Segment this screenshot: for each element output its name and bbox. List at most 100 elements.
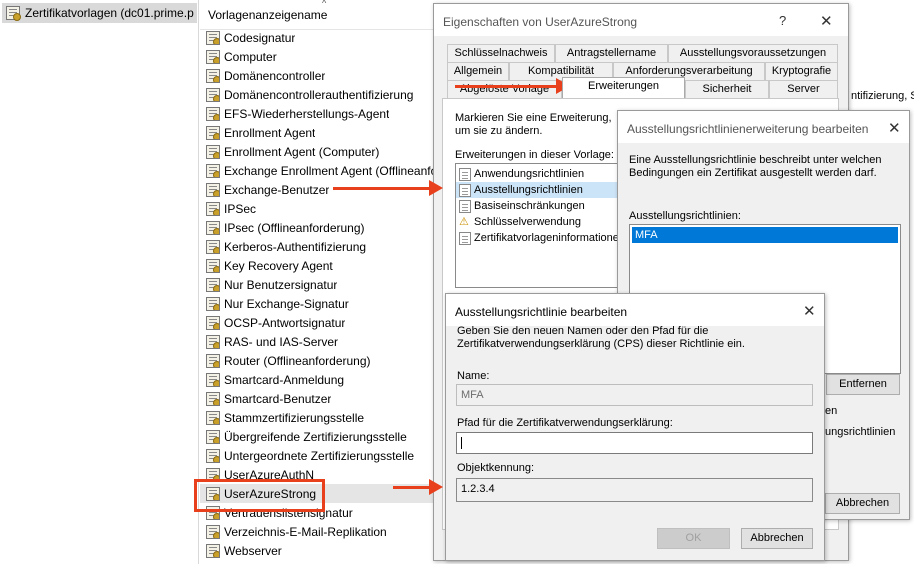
column-header-label: Vorlagenanzeigename <box>208 8 328 22</box>
cps-field[interactable] <box>456 432 813 454</box>
template-name: Nur Exchange-Signatur <box>224 296 349 311</box>
template-name: Stammzertifizierungsstelle <box>224 410 365 425</box>
certificate-template-icon <box>206 239 220 254</box>
console-tree: Zertifikatvorlagen (dc01.prime.p <box>0 0 199 564</box>
text-cursor <box>461 437 462 450</box>
tab-allgemein[interactable]: Allgemein <box>447 62 509 80</box>
cps-label: Pfad für die Zertifikatverwendungserklär… <box>457 417 673 429</box>
certificate-template-icon <box>206 125 220 140</box>
table-row[interactable]: Webserver <box>200 541 440 560</box>
template-name: Smartcard-Anmeldung <box>224 372 345 387</box>
name-field[interactable]: MFA <box>456 384 813 406</box>
certificate-template-icon <box>206 201 220 216</box>
cancel-button[interactable]: Abbrechen <box>825 493 900 514</box>
list-item[interactable]: Anwendungsrichtlinien <box>456 166 634 182</box>
help-icon[interactable]: ? <box>779 13 786 28</box>
tree-item-templates[interactable]: Zertifikatvorlagen (dc01.prime.p <box>2 3 197 23</box>
table-row[interactable]: Key Recovery Agent <box>200 256 440 275</box>
list-item[interactable]: Zertifikatvorlageninformationen <box>456 230 634 246</box>
table-row[interactable]: IPSec <box>200 199 440 218</box>
certificate-template-icon <box>206 410 220 425</box>
annotation-arrow-icon <box>333 180 443 196</box>
table-row[interactable]: Domänencontroller <box>200 66 440 85</box>
oid-label: Objektkennung: <box>457 462 535 474</box>
tab-ausstellungsvoraussetzungen[interactable]: Ausstellungsvoraussetzungen <box>668 44 838 62</box>
certificate-template-icon <box>206 353 220 368</box>
table-row[interactable]: RAS- und IAS-Server <box>200 332 440 351</box>
certificate-template-icon <box>206 277 220 292</box>
template-name: Codesignatur <box>224 30 296 45</box>
template-name: Untergeordnete Zertifizierungsstelle <box>224 448 415 463</box>
table-row[interactable]: Computer <box>200 47 440 66</box>
clipped-label: ungsrichtlinien <box>825 426 896 438</box>
extension-dialog-description: Eine Ausstellungsrichtlinie beschreibt u… <box>629 154 882 179</box>
template-name: Domänencontroller <box>224 68 326 83</box>
extension-icon <box>459 231 471 245</box>
extensions-list[interactable]: Anwendungsrichtlinien Ausstellungsrichtl… <box>455 163 635 288</box>
table-row[interactable]: Kerberos-Authentifizierung <box>200 237 440 256</box>
template-name: Domänencontrollerauthentifizierung <box>224 87 414 102</box>
certificate-template-icon <box>206 144 220 159</box>
background-clipped-text: ntifizierung, S <box>851 90 914 102</box>
tab-antragstellername[interactable]: Antragstellername <box>555 44 668 62</box>
tab-abgeloeste-vorlage[interactable]: Abgelöste Vorlage <box>447 80 562 98</box>
close-icon[interactable]: ✕ <box>820 12 833 30</box>
tab-kryptografie[interactable]: Kryptografie <box>765 62 838 80</box>
tab-schluesselnachweis[interactable]: Schlüsselnachweis <box>447 44 555 62</box>
warning-icon: ⚠ <box>459 216 469 228</box>
ok-button[interactable]: OK <box>657 528 730 549</box>
certificate-template-icon <box>206 87 220 102</box>
table-row[interactable]: Router (Offlineanforderung) <box>200 351 440 370</box>
template-name: Smartcard-Benutzer <box>224 391 332 406</box>
table-row[interactable]: EFS-Wiederherstellungs-Agent <box>200 104 440 123</box>
table-row[interactable]: Verzeichnis-E-Mail-Replikation <box>200 522 440 541</box>
tab-server[interactable]: Server <box>769 80 838 98</box>
table-row[interactable]: Enrollment Agent (Computer) <box>200 142 440 161</box>
table-row[interactable]: Smartcard-Anmeldung <box>200 370 440 389</box>
certificate-template-icon <box>206 258 220 273</box>
edit-dialog-titlebar: Ausstellungsrichtlinie bearbeiten <box>446 294 824 326</box>
table-row[interactable]: Domänencontrollerauthentifizierung <box>200 85 440 104</box>
template-name: OCSP-Antwortsignatur <box>224 315 346 330</box>
certificate-template-icon <box>206 220 220 235</box>
certificate-template-icon <box>206 182 220 197</box>
remove-button[interactable]: Entfernen <box>826 374 900 395</box>
extension-icon <box>459 183 471 197</box>
table-row[interactable]: Enrollment Agent <box>200 123 440 142</box>
edit-dialog-title: Ausstellungsrichtlinie bearbeiten <box>455 305 628 319</box>
table-row[interactable]: OCSP-Antwortsignatur <box>200 313 440 332</box>
table-row[interactable]: Codesignatur <box>200 28 440 47</box>
certificate-template-icon <box>206 448 220 463</box>
policies-label: Ausstellungsrichtlinien: <box>629 210 741 222</box>
annotation-highlight-box <box>194 479 325 512</box>
certificate-template-icon <box>206 68 220 83</box>
template-name: Verzeichnis-E-Mail-Replikation <box>224 524 387 539</box>
close-icon[interactable]: ✕ <box>888 119 901 137</box>
cancel-button[interactable]: Abbrechen <box>741 528 813 549</box>
table-row[interactable]: Stammzertifizierungsstelle <box>200 408 440 427</box>
certificate-template-icon <box>206 163 220 178</box>
list-item[interactable]: ⚠ Schlüsselverwendung <box>456 214 634 230</box>
column-header-name[interactable]: Vorlagenanzeigename ^ <box>200 0 440 30</box>
extensions-instruction: Markieren Sie eine Erweiterung, um sie z… <box>455 112 612 137</box>
table-row[interactable]: Nur Exchange-Signatur <box>200 294 440 313</box>
list-item[interactable]: Ausstellungsrichtlinien <box>456 182 634 198</box>
properties-title: Eigenschaften von UserAzureStrong <box>443 15 638 29</box>
tree-item-label: Zertifikatvorlagen (dc01.prime.p <box>25 6 194 20</box>
extension-icon <box>459 199 471 213</box>
list-item[interactable]: MFA <box>632 227 898 243</box>
table-row[interactable]: Untergeordnete Zertifizierungsstelle <box>200 446 440 465</box>
table-row[interactable]: IPsec (Offlineanforderung) <box>200 218 440 237</box>
template-name: Enrollment Agent (Computer) <box>224 144 380 159</box>
oid-field[interactable]: 1.2.3.4 <box>456 478 813 502</box>
table-row[interactable]: Übergreifende Zertifizierungsstelle <box>200 427 440 446</box>
edit-issuance-policy-dialog: Ausstellungsrichtlinie bearbeiten ✕ Gebe… <box>445 293 825 561</box>
table-row[interactable]: Nur Benutzersignatur <box>200 275 440 294</box>
tab-sicherheit[interactable]: Sicherheit <box>685 80 769 98</box>
template-name: IPsec (Offlineanforderung) <box>224 220 365 235</box>
tab-erweiterungen[interactable]: Erweiterungen <box>562 77 685 98</box>
table-row[interactable]: Smartcard-Benutzer <box>200 389 440 408</box>
close-icon[interactable]: ✕ <box>803 302 816 320</box>
list-item[interactable]: Basiseinschränkungen <box>456 198 634 214</box>
table-row[interactable]: Exchange Enrollment Agent (Offlineanfo <box>200 161 440 180</box>
